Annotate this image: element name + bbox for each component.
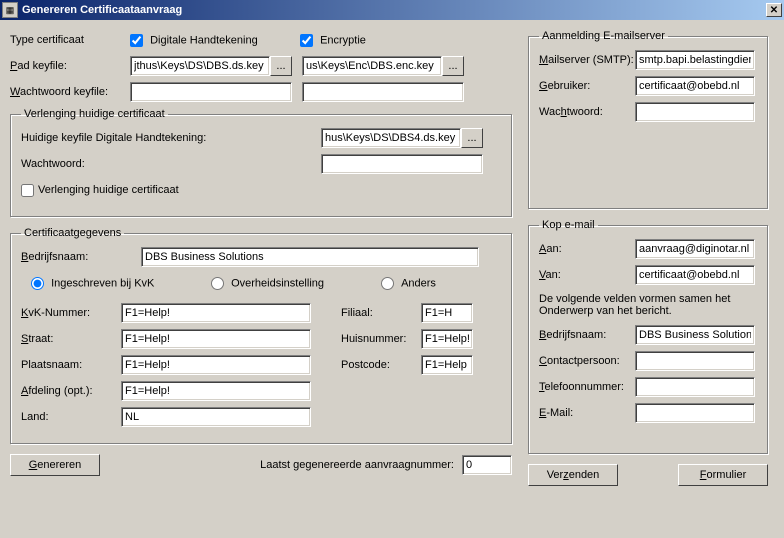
verzenden-button[interactable]: Verzenden xyxy=(528,464,618,486)
certificaatgegevens-legend: Certificaatgegevens xyxy=(21,227,124,239)
app-icon: ▦ xyxy=(2,2,18,18)
afdeling-label: Afdeling (opt.): xyxy=(21,385,121,397)
filiaal-label: Filiaal: xyxy=(341,307,421,319)
verlenging-group: Verlenging huidige certificaat Huidige k… xyxy=(10,108,512,217)
formulier-button[interactable]: Formulier xyxy=(678,464,768,486)
browse-enc-button[interactable]: ... xyxy=(442,56,464,76)
straat-label: Straat: xyxy=(21,333,121,345)
huidige-keyfile-label: Huidige keyfile Digitale Handtekening: xyxy=(21,132,321,144)
land-input[interactable] xyxy=(121,407,311,427)
kvk-radio[interactable] xyxy=(31,277,44,290)
pad-enc-input[interactable] xyxy=(302,56,442,76)
encryptie-label: Encryptie xyxy=(320,34,366,46)
aan-label: Aan: xyxy=(539,243,635,255)
encryptie-checkbox[interactable] xyxy=(300,34,313,47)
digitale-handtekening-checkbox[interactable] xyxy=(130,34,143,47)
straat-input[interactable] xyxy=(121,329,311,349)
pad-ds-input[interactable] xyxy=(130,56,270,76)
plaatsnaam-label: Plaatsnaam: xyxy=(21,359,121,371)
anders-radio[interactable] xyxy=(381,277,394,290)
kvk-nummer-label: KvK-Nummer: xyxy=(21,307,121,319)
gebruiker-label: Gebruiker: xyxy=(539,80,635,92)
window-title: Genereren Certificaataanvraag xyxy=(22,4,766,16)
mail-wachtwoord-input[interactable] xyxy=(635,102,755,122)
smtp-label: Mailserver (SMTP): xyxy=(539,54,635,66)
aanmelding-group: Aanmelding E-mailserver Mailserver (SMTP… xyxy=(528,30,768,209)
anders-radio-label: Anders xyxy=(401,277,436,289)
bedrijfsnaam-input[interactable] xyxy=(141,247,479,267)
postcode-input[interactable] xyxy=(421,355,473,375)
huisnummer-label: Huisnummer: xyxy=(341,333,421,345)
email-input[interactable] xyxy=(635,403,755,423)
genereren-button[interactable]: Genereren xyxy=(10,454,100,476)
email-label: E-Mail: xyxy=(539,407,635,419)
wachtwoord-ds-input[interactable] xyxy=(130,82,292,102)
telefoon-label: Telefoonnummer: xyxy=(539,381,635,393)
wachtwoord-enc-input[interactable] xyxy=(302,82,464,102)
verlenging-legend: Verlenging huidige certificaat xyxy=(21,108,168,120)
overheid-radio[interactable] xyxy=(211,277,224,290)
telefoon-input[interactable] xyxy=(635,377,755,397)
bedrijfsnaam-label: Bedrijfsnaam: xyxy=(21,251,141,263)
verlenging-checkbox-label: Verlenging huidige certificaat xyxy=(38,184,179,196)
gebruiker-input[interactable] xyxy=(635,76,755,96)
browse-huidige-button[interactable]: ... xyxy=(461,128,483,148)
filiaal-input[interactable] xyxy=(421,303,473,323)
kop-email-group: Kop e-mail Aan: Van: De volgende velden … xyxy=(528,219,768,454)
close-button[interactable]: ✕ xyxy=(766,3,782,17)
smtp-input[interactable] xyxy=(635,50,755,70)
digitale-handtekening-label: Digitale Handtekening xyxy=(150,34,258,46)
mail-wachtwoord-label: Wachtwoord: xyxy=(539,106,635,118)
certificaatgegevens-group: Certificaatgegevens Bedrijfsnaam: Ingesc… xyxy=(10,227,512,444)
wachtwoord-keyfile-label: Wachtwoord keyfile: xyxy=(10,86,130,98)
verlenging-checkbox[interactable] xyxy=(21,184,34,197)
plaatsnaam-input[interactable] xyxy=(121,355,311,375)
huidige-keyfile-input[interactable] xyxy=(321,128,461,148)
kop-bedrijf-input[interactable] xyxy=(635,325,755,345)
browse-ds-button[interactable]: ... xyxy=(270,56,292,76)
huisnummer-input[interactable] xyxy=(421,329,473,349)
afdeling-input[interactable] xyxy=(121,381,311,401)
laatst-nummer-input[interactable] xyxy=(462,455,512,475)
contact-label: Contactpersoon: xyxy=(539,355,635,367)
kvk-radio-label: Ingeschreven bij KvK xyxy=(51,277,154,289)
postcode-label: Postcode: xyxy=(341,359,421,371)
aan-input[interactable] xyxy=(635,239,755,259)
type-label: Type certificaat xyxy=(10,34,130,46)
land-label: Land: xyxy=(21,411,121,423)
verleng-wachtwoord-label: Wachtwoord: xyxy=(21,158,321,170)
titlebar: ▦ Genereren Certificaataanvraag ✕ xyxy=(0,0,784,20)
aanmelding-legend: Aanmelding E-mailserver xyxy=(539,30,668,42)
overheid-radio-label: Overheidsinstelling xyxy=(231,277,324,289)
van-label: Van: xyxy=(539,269,635,281)
contact-input[interactable] xyxy=(635,351,755,371)
onderwerp-info: De volgende velden vormen samen het Onde… xyxy=(539,293,757,317)
pad-keyfile-label: Pad keyfile: xyxy=(10,60,130,72)
verleng-wachtwoord-input[interactable] xyxy=(321,154,483,174)
laatst-nummer-label: Laatst gegenereerde aanvraagnummer: xyxy=(100,459,462,471)
van-input[interactable] xyxy=(635,265,755,285)
kop-bedrijf-label: Bedrijfsnaam: xyxy=(539,329,635,341)
kvk-nummer-input[interactable] xyxy=(121,303,311,323)
kop-email-legend: Kop e-mail xyxy=(539,219,598,231)
